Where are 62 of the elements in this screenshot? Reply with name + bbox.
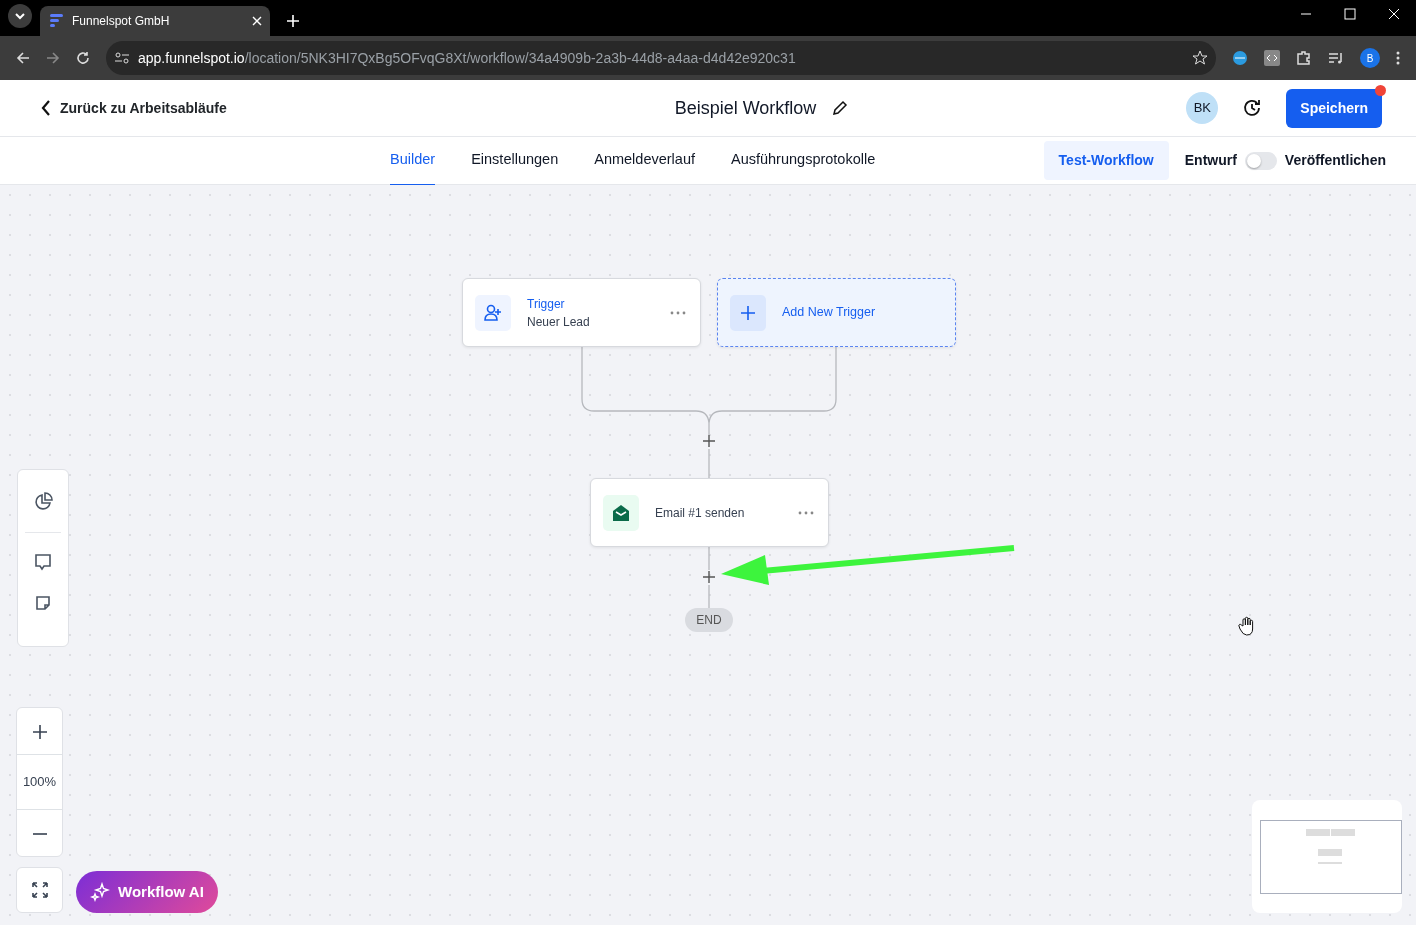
add-step-icon[interactable] [703,571,715,583]
close-icon[interactable] [1388,8,1400,20]
zoom-level: 100% [17,754,62,810]
puzzle-icon[interactable] [1296,50,1312,66]
draft-label: Entwurf [1184,151,1237,170]
media-icon[interactable] [1328,50,1344,66]
new-tab-icon[interactable] [286,14,300,28]
action-card[interactable]: Email #1 senden [590,478,829,547]
sparkle-icon [90,882,110,902]
end-marker: END [685,608,733,632]
close-icon[interactable] [252,16,262,26]
add-trigger-label: Add New Trigger [782,304,876,322]
history-icon[interactable] [1242,98,1263,118]
fit-view-button[interactable] [16,867,63,913]
trigger-subtitle: Neuer Lead [527,313,591,331]
hand-cursor-icon [1238,616,1256,636]
back-icon[interactable] [16,51,30,65]
trigger-title: Trigger [527,295,566,313]
more-options-icon[interactable] [670,310,686,315]
minus-icon [31,832,48,835]
site-settings-icon[interactable] [114,51,130,65]
chart-icon[interactable] [33,492,53,512]
maximize-icon[interactable] [1344,8,1356,20]
star-icon[interactable] [1192,50,1208,66]
extension-icon[interactable] [1232,50,1248,66]
workflow-tab[interactable]: Einstellungen [471,135,559,186]
plus-icon [730,294,766,331]
user-add-icon [475,294,511,331]
workflow-tab[interactable]: Ausführungsprotokolle [730,135,876,186]
profile-avatar[interactable]: B [1360,48,1380,68]
code-icon[interactable] [1264,50,1280,66]
plus-icon [31,723,48,740]
sticky-note-icon[interactable] [35,595,51,611]
tab-list-icon[interactable] [8,4,32,28]
connector-line [708,546,710,608]
edit-icon[interactable] [832,100,849,116]
comment-icon[interactable] [34,553,52,571]
publish-toggle[interactable] [1244,151,1277,170]
chevron-left-icon [40,99,52,117]
workflow-ai-button[interactable]: Workflow AI [76,871,218,913]
trigger-card[interactable]: Trigger Neuer Lead [462,278,701,347]
back-link[interactable]: Zurück zu Arbeitsabläufe [40,97,227,119]
save-button[interactable]: Speichern [1286,88,1382,128]
address-bar[interactable]: app.funnelspot.io/location/5NK3HI7QxBg5OFvqG8Xt/workflow/34a4909b-2a3b-44d8-a4aa-d4d42e920c31 [106,41,1216,75]
browser-tab[interactable]: Funnelspot GmbH [40,6,270,36]
tab-title: Funnelspot GmbH [72,13,171,30]
add-trigger-card[interactable]: Add New Trigger [717,278,956,347]
connector-line [708,449,710,478]
workflow-title: Beispiel Workflow [674,96,817,120]
forward-icon[interactable] [46,51,60,65]
action-title: Email #1 senden [655,504,746,522]
expand-icon [30,881,49,899]
menu-icon[interactable] [1396,51,1400,65]
user-avatar[interactable]: BK [1186,92,1219,124]
test-workflow-button[interactable]: Test-Workflow [1043,141,1169,180]
reload-icon[interactable] [76,51,90,65]
email-icon [603,494,639,531]
workflow-tab[interactable]: Anmeldeverlauf [594,135,695,186]
publish-label: Veröffentlichen [1284,151,1386,170]
app-logo-icon [48,14,64,28]
add-step-icon[interactable] [703,435,715,447]
more-options-icon[interactable] [798,510,814,515]
